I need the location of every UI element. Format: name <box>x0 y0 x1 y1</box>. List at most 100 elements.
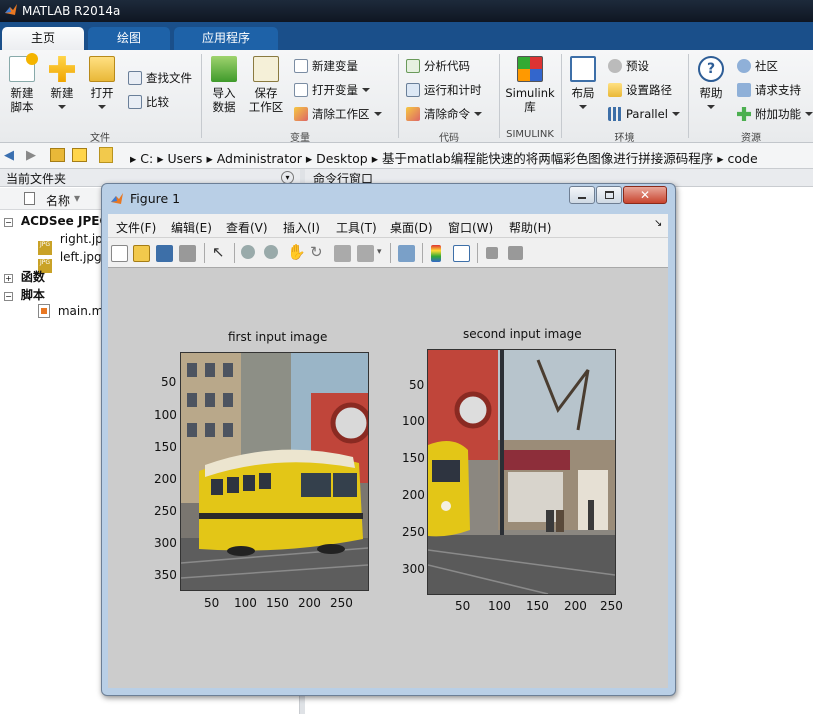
menu-help[interactable]: 帮助(H) <box>509 219 551 236</box>
toolbar-divider <box>422 243 423 263</box>
data-cursor-icon[interactable] <box>334 245 351 262</box>
new-script-button[interactable]: 新建 脚本 <box>6 53 38 114</box>
parallel-button[interactable]: Parallel <box>608 105 680 123</box>
breadcrumb-separator: ▸ <box>157 151 168 166</box>
maximize-button[interactable] <box>596 186 622 204</box>
minimize-button[interactable] <box>569 186 595 204</box>
tree-group[interactable]: − 脚本 <box>4 286 45 303</box>
script-file-icon <box>38 304 50 318</box>
breadcrumb[interactable]: ▸ C: ▸ Users ▸ Administrator ▸ Desktop ▸… <box>130 148 758 167</box>
run-and-time-button[interactable]: 运行和计时 <box>406 81 482 99</box>
tree-group[interactable]: − ACDSee JPEG <box>4 214 109 228</box>
tab-plots[interactable]: 绘图 <box>88 27 170 50</box>
name-column-header[interactable]: 名称 <box>46 192 70 209</box>
maximize-icon <box>604 191 614 199</box>
help-button[interactable]: ? 帮助 <box>695 56 727 114</box>
dock-icon[interactable]: ↘ <box>654 218 662 229</box>
rotate-icon[interactable]: ↻ <box>310 243 323 261</box>
breadcrumb-item[interactable]: 基于matlab编程能快速的将两幅彩色图像进行拼接源码程序 <box>382 151 713 166</box>
breadcrumb-item[interactable]: Users <box>167 151 202 166</box>
chevron-down-icon[interactable]: ▾ <box>377 247 382 257</box>
close-button[interactable]: ✕ <box>623 186 667 204</box>
file-group-label: 文件 <box>90 133 110 144</box>
new-variable-button[interactable]: 新建变量 <box>294 57 358 75</box>
menu-edit[interactable]: 编辑(E) <box>171 219 212 236</box>
print-icon[interactable] <box>179 245 196 262</box>
group-label: 脚本 <box>20 288 45 302</box>
chevron-down-icon <box>373 112 382 116</box>
menu-tools[interactable]: 工具(T) <box>336 219 377 236</box>
second-input-image[interactable] <box>427 349 616 595</box>
set-path-button[interactable]: 设置路径 <box>608 81 672 99</box>
community-button[interactable]: 社区 <box>737 57 778 75</box>
chevron-down-icon <box>579 105 587 109</box>
menu-insert[interactable]: 插入(I) <box>283 219 320 236</box>
tab-apps[interactable]: 应用程序 <box>174 27 278 50</box>
expand-icon[interactable]: + <box>4 274 13 283</box>
first-input-image[interactable] <box>180 352 369 591</box>
find-files-button[interactable]: 查找文件 <box>128 69 192 87</box>
preferences-button[interactable]: 预设 <box>608 57 649 75</box>
simulink-icon <box>517 56 543 82</box>
open-file-icon[interactable] <box>133 245 150 262</box>
up-folder-icon[interactable] <box>50 148 65 162</box>
chevron-down-icon <box>707 105 715 109</box>
app-titlebar: MATLAB R2014a <box>0 0 813 22</box>
breadcrumb-item[interactable]: code <box>727 151 757 166</box>
compare-button[interactable]: 比较 <box>128 93 169 111</box>
import-data-button[interactable]: 导入 数据 <box>208 56 240 114</box>
find-files-icon <box>128 71 142 85</box>
collapse-icon[interactable]: − <box>4 218 13 227</box>
clear-commands-button[interactable]: 清除命令 <box>406 105 482 123</box>
support-icon <box>737 83 751 97</box>
resources-group-label: 资源 <box>741 133 761 144</box>
analyze-code-button[interactable]: 分析代码 <box>406 57 470 75</box>
simulink-library-button[interactable]: Simulink 库 <box>505 56 555 114</box>
eraser-icon <box>294 107 308 121</box>
save-workspace-button[interactable]: 保存 工作区 <box>248 56 284 114</box>
new-figure-icon[interactable] <box>111 245 128 262</box>
menu-view[interactable]: 查看(V) <box>226 219 268 236</box>
list-item[interactable]: main.m <box>38 304 103 318</box>
plus-icon <box>49 56 75 82</box>
hide-plot-tools-icon[interactable] <box>486 247 498 259</box>
layout-button[interactable]: 布局 <box>568 56 598 114</box>
request-support-button[interactable]: 请求支持 <box>737 81 801 99</box>
pointer-icon[interactable]: ↖ <box>212 243 225 261</box>
back-icon[interactable]: ◀ <box>4 148 14 163</box>
tree-group[interactable]: + 函数 <box>4 268 45 285</box>
menu-window[interactable]: 窗口(W) <box>448 219 493 236</box>
brush-icon[interactable] <box>357 245 374 262</box>
show-plot-tools-icon[interactable] <box>508 246 523 260</box>
axes2-xtick: 250 <box>600 599 623 613</box>
list-item[interactable]: JPG left.jpg <box>38 250 102 273</box>
toolbar-divider <box>234 243 235 263</box>
community-icon <box>737 59 751 73</box>
eraser-icon <box>406 107 420 121</box>
zoom-in-icon[interactable] <box>241 245 255 259</box>
colorbar-icon[interactable] <box>431 245 441 262</box>
collapse-icon[interactable]: − <box>4 292 13 301</box>
breadcrumb-item[interactable]: Desktop <box>316 151 368 166</box>
pan-hand-icon[interactable]: ✋ <box>287 243 306 261</box>
clear-workspace-button[interactable]: 清除工作区 <box>294 105 382 123</box>
save-icon[interactable] <box>156 245 173 262</box>
menu-file[interactable]: 文件(F) <box>116 219 156 236</box>
group-divider <box>499 54 500 138</box>
address-bar: ◀ ▶ ▸ C: ▸ Users ▸ Administrator ▸ Deskt… <box>0 143 813 169</box>
menu-desktop[interactable]: 桌面(D) <box>390 219 433 236</box>
breadcrumb-item[interactable]: C: <box>140 151 153 166</box>
new-button[interactable]: 新建 <box>48 56 76 114</box>
zoom-out-icon[interactable] <box>264 245 278 259</box>
link-plot-icon[interactable] <box>398 245 415 262</box>
axes1-ytick: 100 <box>154 408 177 422</box>
breadcrumb-item[interactable]: Administrator <box>217 151 302 166</box>
open-button[interactable]: 打开 <box>88 56 116 114</box>
legend-icon[interactable] <box>453 245 470 262</box>
forward-icon[interactable]: ▶ <box>26 148 36 163</box>
open-variable-button[interactable]: 打开变量 <box>294 81 370 99</box>
add-ons-button[interactable]: 附加功能 <box>737 105 813 123</box>
browse-folder-icon[interactable] <box>72 148 87 162</box>
tab-home[interactable]: 主页 <box>2 27 84 50</box>
stopwatch-icon <box>406 83 420 97</box>
